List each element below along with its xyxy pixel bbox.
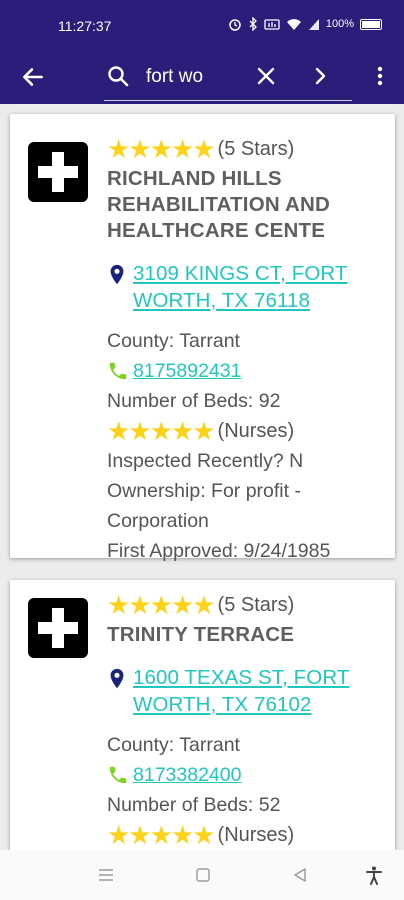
search-input[interactable]	[144, 62, 258, 92]
back-arrow-icon[interactable]	[20, 64, 46, 90]
signal-icon	[308, 19, 319, 30]
phone-icon	[109, 362, 127, 380]
status-icons: 100%	[228, 17, 382, 31]
bluetooth-icon	[249, 17, 257, 31]
menu-icon[interactable]	[96, 865, 116, 885]
facility-info: ★★★★★ (5 Stars) TRINITY TERRACE 1600 TEX…	[107, 592, 385, 850]
medical-cross-icon	[28, 598, 88, 658]
address-link[interactable]: 3109 KINGS CT, FORT WORTH, TX 76118	[133, 260, 385, 314]
nurse-rating-row: ★★★★★ (Nurses)	[107, 820, 385, 850]
battery-icon	[360, 18, 382, 30]
system-nav-bar	[0, 850, 404, 900]
data-icon	[264, 19, 280, 30]
app-bar	[0, 52, 404, 104]
facility-name: RICHLAND HILLS REHABILITATION AND HEALTH…	[107, 167, 331, 242]
facility-card[interactable]: ★★★★★ (5 Stars) RICHLAND HILLS REHABILIT…	[10, 114, 395, 562]
inspected-recently: Inspected Recently? N	[107, 450, 304, 472]
home-icon[interactable]	[193, 865, 213, 885]
address-row[interactable]: 1600 TEXAS ST, FORT WORTH, TX 76102	[107, 664, 385, 718]
rating-label: (5 Stars)	[217, 137, 295, 160]
search-icon	[108, 66, 129, 87]
rating-label: (5 Stars)	[217, 593, 295, 616]
county: County: Tarrant	[107, 330, 240, 352]
star-rating: ★★★★★	[107, 590, 216, 620]
location-pin-icon	[110, 264, 124, 285]
more-vert-icon[interactable]	[368, 64, 392, 88]
nurse-rating-row: ★★★★★ (Nurses)	[107, 416, 385, 446]
phone-link[interactable]: 8173382400	[133, 760, 241, 790]
clear-icon[interactable]	[254, 64, 278, 88]
phone-row[interactable]: 8173382400	[107, 760, 385, 790]
medical-cross-icon	[28, 142, 88, 202]
county: County: Tarrant	[107, 734, 240, 756]
nurse-star-rating: ★★★★★	[107, 416, 216, 446]
accessibility-icon[interactable]	[364, 865, 384, 885]
number-of-beds: Number of Beds: 92	[107, 390, 281, 412]
nurse-rating-label: (Nurses)	[217, 419, 295, 442]
facility-name: TRINITY TERRACE	[107, 623, 295, 646]
forward-icon[interactable]	[308, 64, 332, 88]
ownership: Ownership: For profit - Corporation	[107, 480, 301, 532]
number-of-beds: Number of Beds: 52	[107, 794, 281, 816]
address-row[interactable]: 3109 KINGS CT, FORT WORTH, TX 76118	[107, 260, 385, 314]
results-list[interactable]: ★★★★★ (5 Stars) RICHLAND HILLS REHABILIT…	[0, 104, 404, 850]
facility-card[interactable]: ★★★★★ (5 Stars) TRINITY TERRACE 1600 TEX…	[10, 580, 395, 850]
facility-info: ★★★★★ (5 Stars) RICHLAND HILLS REHABILIT…	[107, 136, 385, 566]
nurse-rating-label: (Nurses)	[217, 823, 295, 846]
status-bar: 11:27:37 100%	[0, 0, 404, 52]
rating-row: ★★★★★ (5 Stars)	[107, 136, 385, 162]
alarm-icon	[229, 19, 241, 31]
location-pin-icon	[110, 668, 124, 689]
back-icon[interactable]	[290, 865, 310, 885]
battery-percent: 100%	[325, 18, 354, 30]
first-approved: First Approved: 9/24/1985	[107, 540, 331, 562]
status-time: 11:27:37	[58, 18, 112, 34]
nurse-star-rating: ★★★★★	[107, 820, 216, 850]
phone-icon	[109, 766, 127, 784]
wifi-icon	[286, 19, 301, 30]
address-link[interactable]: 1600 TEXAS ST, FORT WORTH, TX 76102	[133, 664, 385, 718]
star-rating: ★★★★★	[107, 134, 216, 164]
phone-row[interactable]: 8175892431	[107, 356, 385, 386]
rating-row: ★★★★★ (5 Stars)	[107, 592, 385, 618]
phone-link[interactable]: 8175892431	[133, 356, 241, 386]
